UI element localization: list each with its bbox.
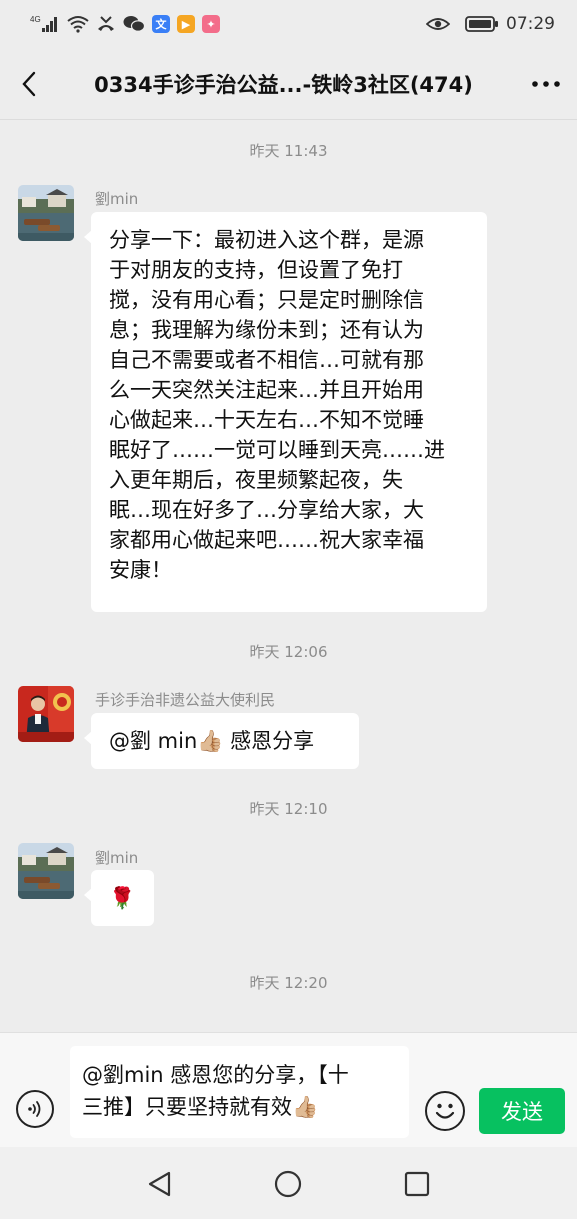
message-bubble[interactable]: 分享一下：最初进入这个群，是源 于对朋友的支持，但设置了免打 搅，没有用心看；只… (84, 212, 487, 612)
message-bubble[interactable]: 🌹 (84, 870, 154, 926)
message-line: 心做起来…十天左右…不知不觉睡 (109, 408, 424, 432)
voice-button[interactable] (16, 1090, 54, 1128)
timestamp: 昨天 12:06 (249, 643, 328, 661)
input-line: 三推】只要坚持就有效👍🏼 (82, 1091, 397, 1123)
message-line: 自己不需要或者不相信…可就有那 (109, 348, 424, 372)
svg-text:4G: 4G (30, 15, 41, 24)
message-line: 搅，没有用心看；只是定时删除信 (109, 288, 424, 312)
emoji-button[interactable] (425, 1091, 465, 1131)
browser-app-icon: ✦ (202, 15, 220, 33)
sender-name: 劉min (95, 190, 139, 208)
river-town-photo (18, 843, 74, 899)
sender-name: 手诊手治非遗公益大使利民 (95, 691, 276, 709)
system-nav-bar (0, 1147, 577, 1219)
back-arrow-icon (22, 71, 36, 96)
thumbs-up-emoji: 👍🏼 (292, 1095, 319, 1119)
input-line-text: 三推】只要坚持就有效 (82, 1095, 292, 1119)
status-time: 07:29 (506, 14, 555, 34)
timestamp: 昨天 11:43 (249, 142, 328, 160)
message-line: 息；我理解为缘份未到；还有认为 (109, 318, 424, 342)
message-line: 入更年期后，夜里频繁起夜，失 (109, 468, 403, 492)
rose-emoji: 🌹 (109, 886, 136, 910)
battery-icon (465, 15, 499, 33)
nav-home-button[interactable] (273, 1169, 303, 1199)
speaker-red-photo (18, 686, 74, 742)
back-button[interactable] (0, 48, 58, 120)
sender-name: 劉min (95, 849, 139, 867)
message-bubble[interactable]: @劉 min👍🏼 感恩分享 (84, 713, 359, 769)
timestamp: 昨天 12:10 (249, 800, 328, 818)
translate-app-icon: 文 (152, 15, 170, 33)
reply-text: 感恩分享 (223, 729, 315, 753)
avatar[interactable] (18, 686, 74, 742)
message-input[interactable]: @劉min 感恩您的分享，【十 三推】只要坚持就有效👍🏼 (70, 1046, 409, 1138)
voice-input-icon (28, 1101, 41, 1117)
chat-header: 0334手诊手治公益...-铁岭3社区(474) (0, 48, 577, 120)
emoji-face-icon (435, 1103, 455, 1119)
more-dots-icon (532, 80, 560, 87)
message-list[interactable]: 昨天 11:43 劉min 分享一下：最初进入这个群，是源 于对朋友的支持，但设… (0, 120, 577, 1032)
avatar[interactable] (18, 185, 74, 241)
timestamp: 昨天 12:20 (249, 974, 328, 992)
message-line: 眠好了……一觉可以睡到天亮……进 (109, 438, 445, 462)
send-button[interactable]: 发送 (479, 1088, 565, 1134)
video-app-icon: ▶ (177, 15, 195, 33)
nav-recent-icon (404, 1171, 430, 1197)
message-text: @劉 min👍🏼 感恩分享 (109, 726, 341, 756)
status-left: 4G 文 ▶ ✦ (30, 14, 220, 34)
status-bar: 4G 文 ▶ ✦ 07:29 (0, 0, 577, 48)
status-right: 07:29 (426, 14, 555, 34)
wifi-icon (67, 15, 89, 33)
thumbs-up-emoji: 👍🏼 (197, 729, 224, 753)
message-line: 分享一下：最初进入这个群，是源 (109, 228, 424, 252)
input-bar: @劉min 感恩您的分享，【十 三推】只要坚持就有效👍🏼 发送 (0, 1032, 577, 1147)
message-line: 么一天突然关注起来…并且开始用 (109, 378, 424, 402)
missed-call-icon (96, 15, 116, 33)
nav-recent-button[interactable] (402, 1169, 432, 1199)
message-line: 于对朋友的支持，但设置了免打 (109, 258, 403, 282)
page-title: 0334手诊手治公益...-铁岭3社区(474) (94, 72, 473, 97)
river-town-photo (18, 185, 74, 241)
message-line: 安康！ (109, 558, 172, 582)
message-line: 眠…现在好多了…分享给大家，大 (109, 498, 424, 522)
nav-back-icon (148, 1171, 171, 1197)
message-line: 家都用心做起来吧……祝大家幸福 (109, 528, 424, 552)
wechat-icon (123, 15, 145, 33)
eye-comfort-icon (426, 16, 450, 32)
mention-text: @劉 min (109, 729, 198, 753)
signal-icon: 4G (30, 14, 60, 34)
nav-back-button[interactable] (145, 1169, 175, 1199)
avatar[interactable] (18, 843, 74, 899)
input-line: @劉min 感恩您的分享，【十 (82, 1063, 349, 1087)
more-button[interactable] (515, 48, 577, 120)
nav-home-icon (274, 1170, 302, 1198)
